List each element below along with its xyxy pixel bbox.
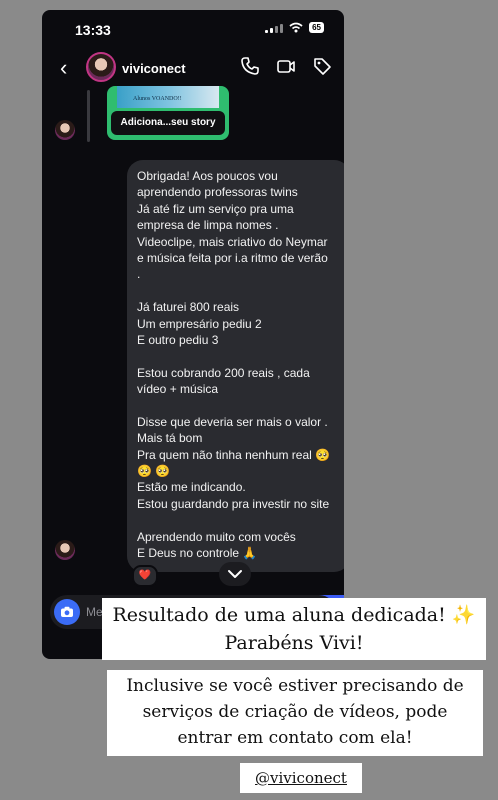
message-line: Disse que deveria ser mais o valor . (137, 414, 328, 429)
composer-placeholder: Me (86, 605, 103, 619)
message-line: Já faturei 800 reais (137, 300, 240, 315)
scroll-down-button[interactable] (219, 562, 251, 586)
message-bubble[interactable]: Obrigada! Aos poucos vou aprendendo profe… (127, 160, 344, 572)
message-line (137, 348, 340, 364)
message-line: empresa de limpa nomes . (137, 218, 279, 233)
chevron-down-icon (228, 570, 242, 578)
message-line: e música feita por i.a ritmo de verão (137, 250, 328, 265)
message-line: Estou cobrando 200 reais , cada (137, 365, 310, 380)
caption-result-line2: Parabéns Vivi! (224, 632, 364, 654)
caption-result: Resultado de uma aluna dedicada! ✨ Parab… (102, 598, 486, 660)
message-line: Obrigada! Aos poucos vou (137, 169, 278, 183)
reply-indicator-bar (87, 90, 90, 142)
message-line (137, 283, 340, 299)
story-reply-label: Adiciona...seu story (111, 111, 225, 135)
status-icons: 65 (265, 22, 324, 33)
battery-icon: 65 (309, 22, 324, 33)
mention-handle[interactable]: @viviconect (255, 769, 347, 787)
caption-contact-line3: entrar em contato com ela! (177, 728, 413, 748)
signal-icon (265, 23, 284, 33)
video-call-icon[interactable] (276, 56, 296, 76)
chat-header: ‹ viviconect (42, 50, 344, 86)
caption-contact: Inclusive se você estiver precisando de … (107, 670, 483, 756)
caption-contact-line1: Inclusive se você estiver precisando de (126, 676, 464, 696)
heart-reaction-badge[interactable]: ❤️ (132, 565, 158, 587)
story-thumbnail: Alunos VOANDO!! (117, 86, 219, 108)
message-line (137, 397, 340, 413)
status-time: 13:33 (75, 22, 111, 38)
message-line: Já até fiz um serviço pra uma (137, 201, 294, 216)
message-line: aprendendo professoras twins (137, 185, 298, 200)
status-bar: 13:33 65 (42, 10, 344, 48)
sparkles-icon: ✨ (451, 604, 476, 626)
message-line: 🥺 🥺 (137, 464, 171, 479)
header-actions (240, 56, 332, 76)
wifi-icon (289, 22, 303, 33)
contact-avatar[interactable] (86, 52, 116, 82)
contact-username[interactable]: viviconect (122, 61, 186, 76)
message-line: Videoclipe, mais criativo do Neymar (137, 234, 328, 249)
message-line: Aprendendo muito com vocês (137, 529, 296, 544)
message-text: Obrigada! Aos poucos vou aprendendo profe… (137, 168, 340, 561)
message-line: Pra quem não tinha nenhum real 🥺 (137, 447, 331, 462)
message-line: Estou guardando pra investir no site (137, 496, 330, 511)
sender-avatar[interactable] (55, 120, 75, 140)
story-reply-card[interactable]: Alunos VOANDO!! Adiciona...seu story (107, 86, 229, 140)
sender-avatar[interactable] (55, 540, 75, 560)
message-line: Mais tá bom (137, 431, 203, 446)
message-line: E Deus no controle 🙏 (137, 545, 258, 560)
tag-icon[interactable] (312, 56, 332, 76)
message-line: E outro pediu 3 (137, 332, 219, 347)
caption-contact-line2: serviços de criação de vídeos, pode (142, 702, 448, 722)
message-line: . (137, 267, 141, 282)
phone-screenshot: 13:33 65 ‹ viviconect Alunos VOANDO!! Ad… (42, 10, 344, 659)
message-line: Um empresário pediu 2 (137, 316, 262, 331)
mention-sticker[interactable]: @viviconect (240, 763, 362, 793)
message-line: Estão me indicando. (137, 480, 246, 495)
caption-result-line1: Resultado de uma aluna dedicada! (112, 604, 452, 626)
camera-icon (61, 606, 73, 617)
camera-button[interactable] (54, 599, 80, 625)
message-line: vídeo + música (137, 382, 219, 397)
story-thumbnail-text: Alunos VOANDO!! (133, 96, 182, 102)
back-chevron-icon[interactable]: ‹ (60, 57, 67, 79)
message-line (137, 512, 340, 528)
phone-call-icon[interactable] (240, 56, 260, 76)
